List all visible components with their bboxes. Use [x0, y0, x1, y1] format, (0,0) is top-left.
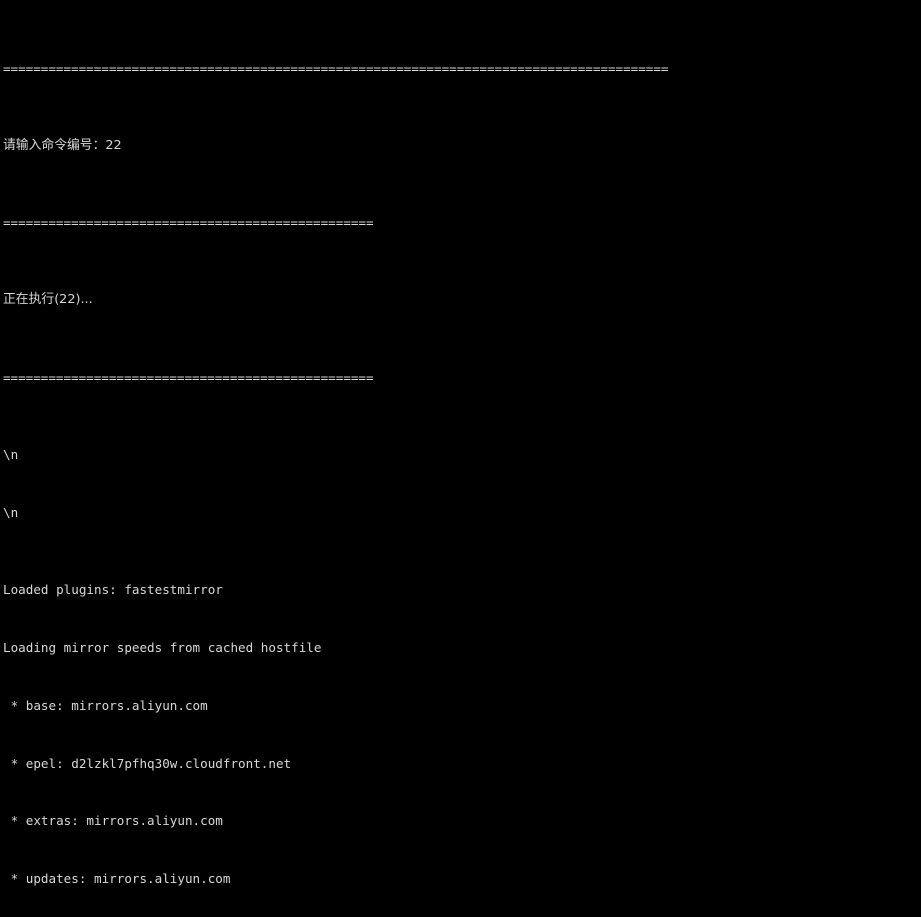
newline-literal-2: \n: [3, 504, 19, 520]
newline-literal-1: \n: [3, 446, 19, 462]
yum-loading-mirror: Loading mirror speeds from cached hostfi…: [3, 639, 322, 655]
yum-repo-updates: * updates: mirrors.aliyun.com: [3, 871, 231, 887]
yum-loaded-plugins: Loaded plugins: fastestmirror: [3, 581, 223, 597]
separator-line-after-input: ========================================…: [3, 215, 374, 231]
yum-repo-epel: * epel: d2lzkl7pfhq30w.cloudfront.net: [3, 755, 292, 771]
yum-repo-extras: * extras: mirrors.aliyun.com: [3, 813, 223, 829]
separator-line-after-executing: ========================================…: [3, 369, 374, 385]
command-number-prompt: 请输入命令编号：22: [3, 138, 122, 154]
separator-line-top: ========================================…: [3, 60, 669, 76]
yum-repo-base: * base: mirrors.aliyun.com: [3, 697, 208, 713]
executing-status: 正在执行(22)...: [3, 292, 93, 308]
terminal-window[interactable]: ========================================…: [0, 0, 921, 917]
